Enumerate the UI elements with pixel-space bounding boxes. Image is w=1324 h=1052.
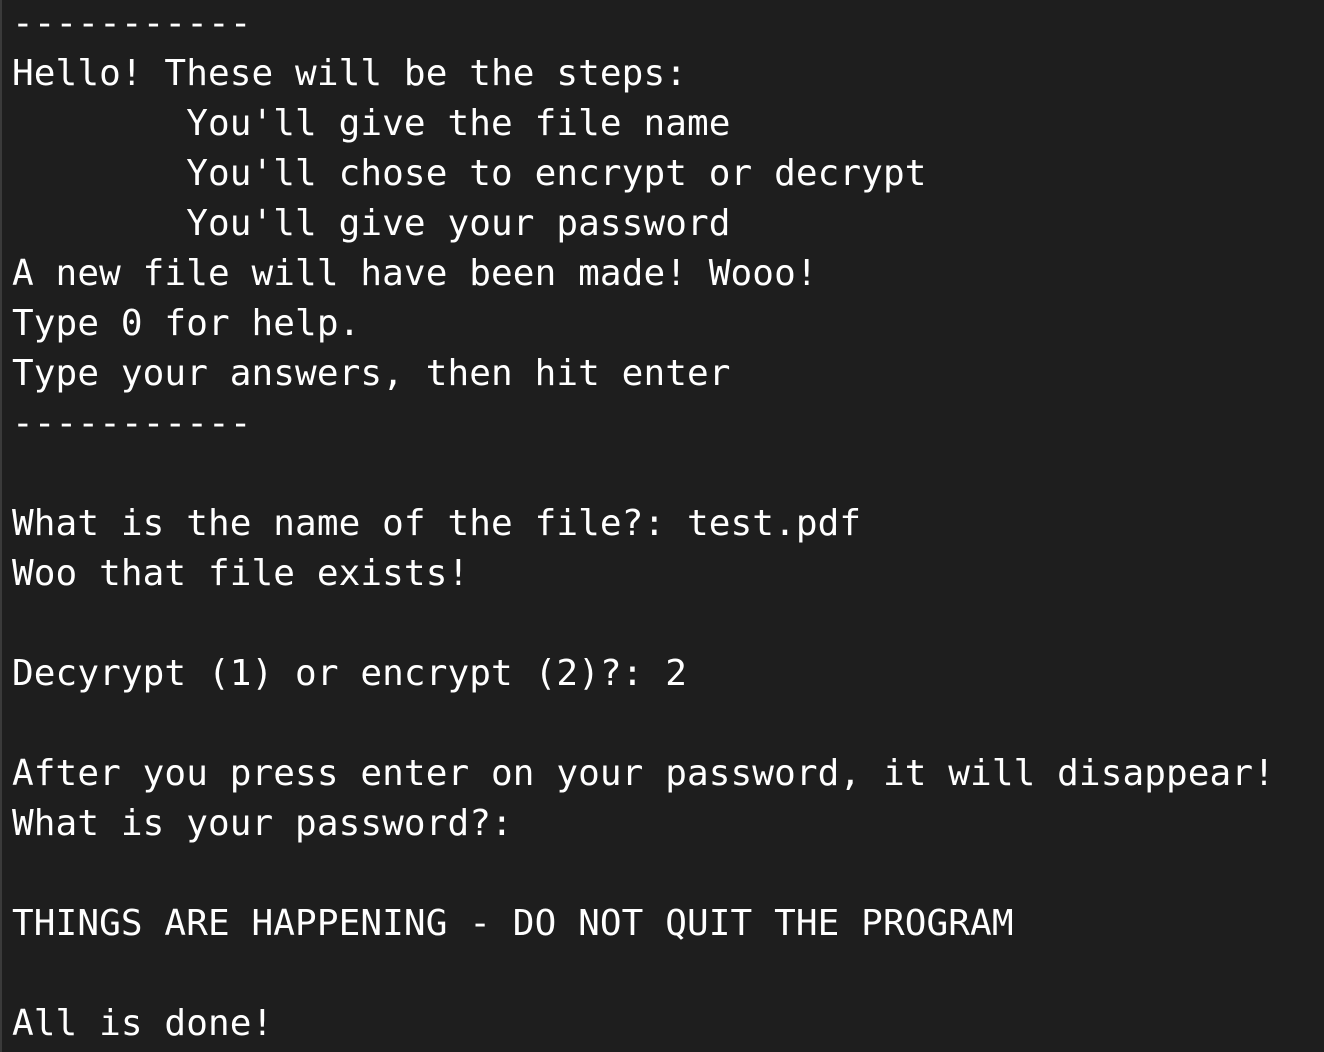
help-hint-line: Type 0 for help.	[12, 303, 361, 344]
separator-line-top: -----------	[12, 3, 252, 44]
file-exists-line: Woo that file exists!	[12, 553, 470, 594]
new-file-line: A new file will have been made! Wooo!	[12, 253, 818, 294]
instructions-line: Type your answers, then hit enter	[12, 353, 731, 394]
greeting-line: Hello! These will be the steps:	[12, 53, 687, 94]
mode-prompt-line: Decyrypt (1) or encrypt (2)?: 2	[12, 653, 687, 694]
step-password-line: You'll give your password	[12, 203, 731, 244]
file-name-prompt-line: What is the name of the file?: test.pdf	[12, 503, 862, 544]
done-line: All is done!	[12, 1003, 274, 1044]
terminal-window[interactable]: ----------- Hello! These will be the ste…	[0, 0, 1324, 1052]
step-encrypt-line: You'll chose to encrypt or decrypt	[12, 153, 927, 194]
separator-line-bottom: -----------	[12, 403, 252, 444]
processing-notice-line: THINGS ARE HAPPENING - DO NOT QUIT THE P…	[12, 903, 1014, 944]
password-prompt-line: What is your password?:	[12, 803, 513, 844]
password-warning-line: After you press enter on your password, …	[12, 753, 1275, 794]
step-file-name-line: You'll give the file name	[12, 103, 731, 144]
